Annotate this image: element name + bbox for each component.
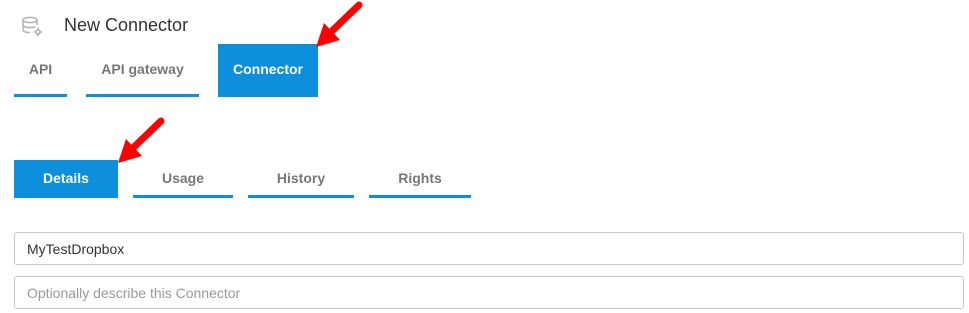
tab-label: Details (43, 169, 89, 186)
tab-api-gateway[interactable]: API gateway (86, 44, 199, 97)
connector-description-input[interactable] (14, 276, 964, 309)
page-title: New Connector (64, 15, 189, 35)
tab-label: API gateway (101, 61, 184, 77)
tab-label: Usage (161, 169, 205, 186)
annotation-arrow-icon (114, 116, 174, 168)
tab-label: API (28, 61, 53, 77)
database-connector-icon (20, 15, 44, 39)
connector-editor-page: New Connector API API gateway Connector … (0, 0, 969, 313)
tab-rights[interactable]: Rights (369, 160, 471, 198)
tab-label: Rights (398, 169, 442, 186)
tab-connector[interactable]: Connector (218, 44, 318, 97)
tab-label: History (276, 169, 326, 186)
tab-label: Connector (233, 61, 303, 77)
tab-history[interactable]: History (248, 160, 354, 198)
tab-details[interactable]: Details (14, 160, 118, 198)
connector-name-input[interactable] (14, 232, 964, 265)
tab-api[interactable]: API (14, 44, 67, 97)
annotation-arrow-icon (312, 0, 372, 52)
